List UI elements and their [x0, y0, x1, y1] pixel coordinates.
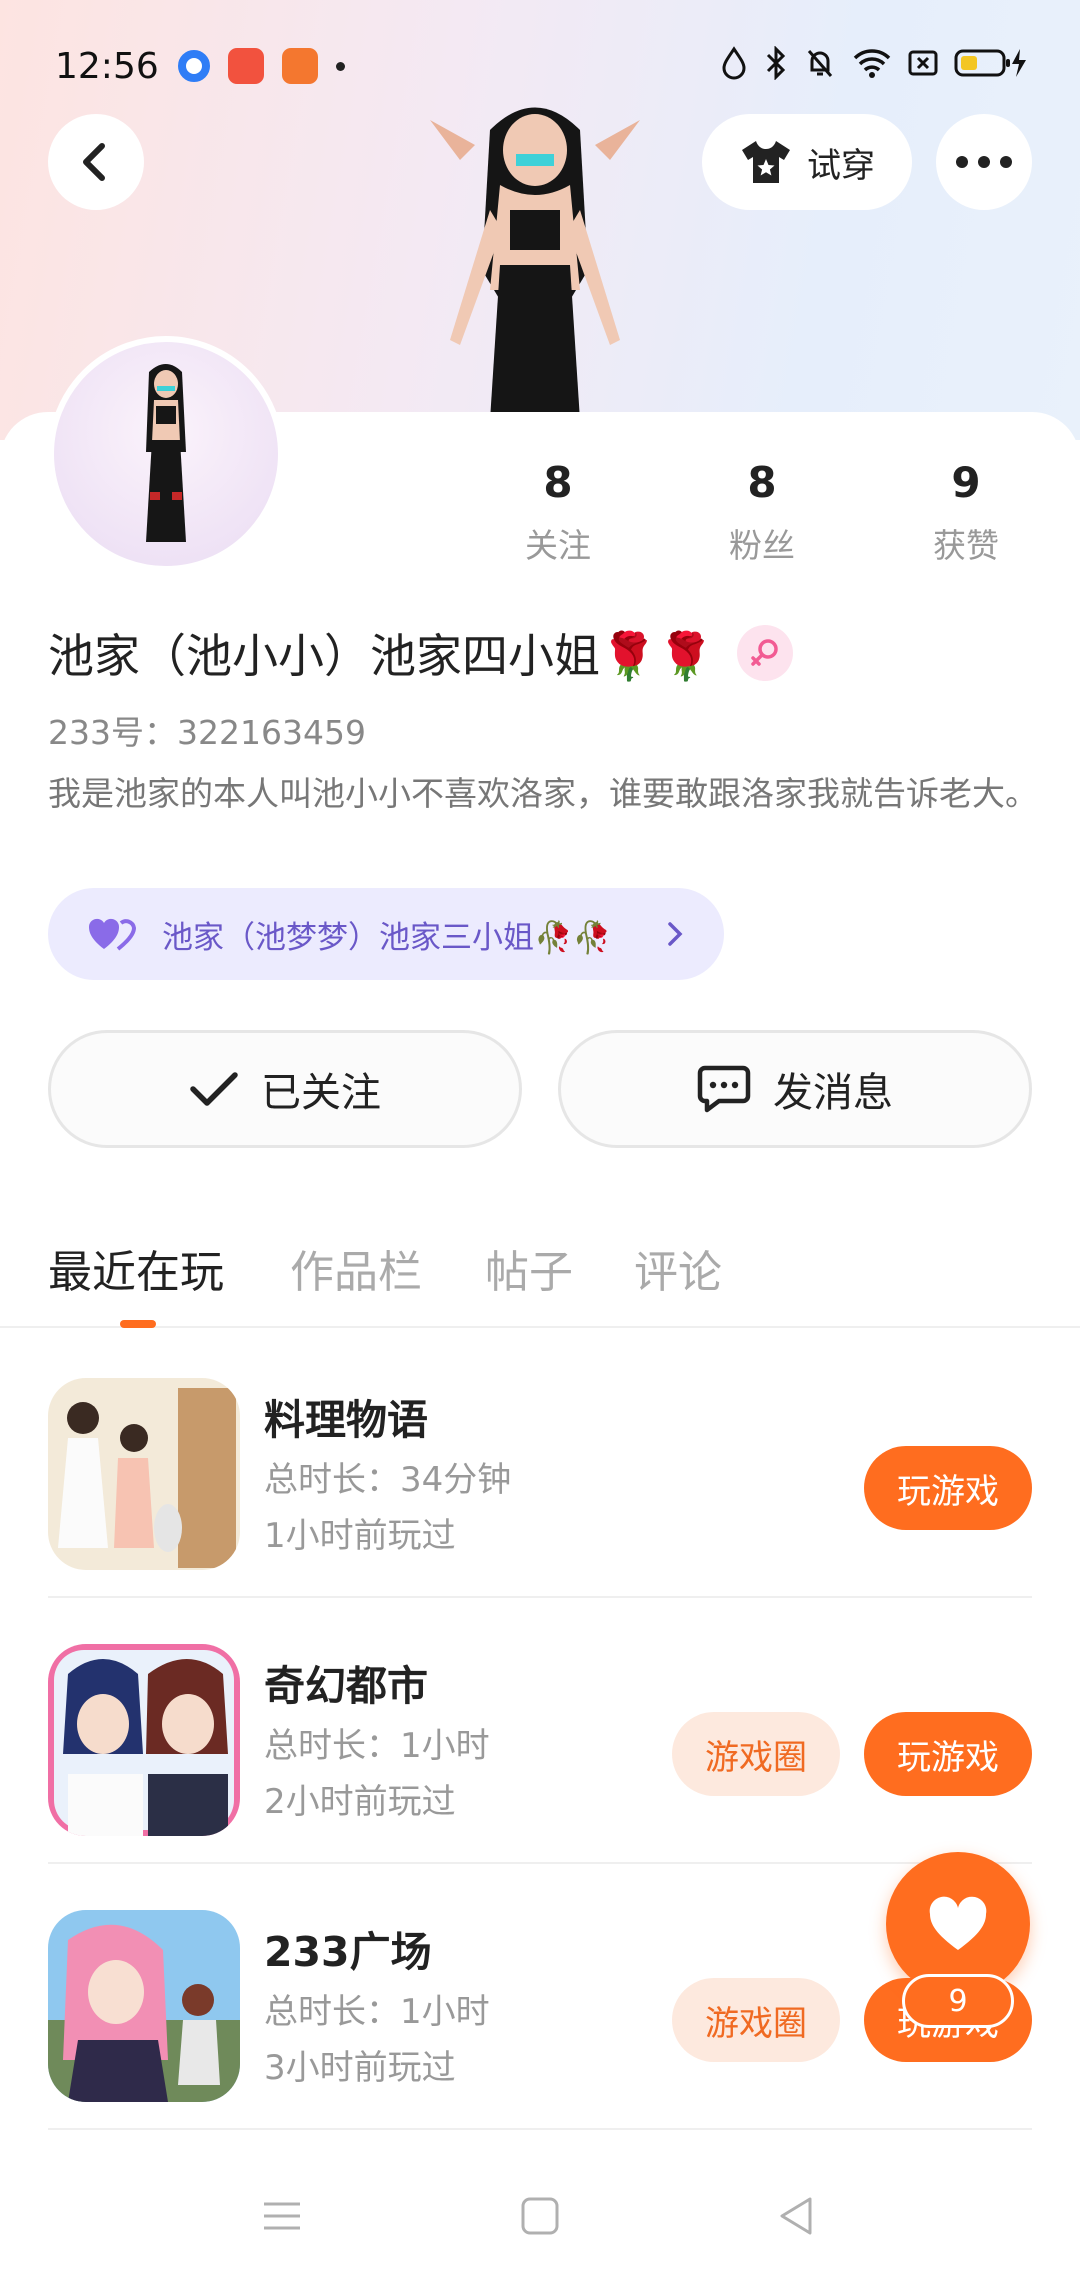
shirt-icon — [742, 141, 790, 183]
status-indicators — [720, 46, 1028, 80]
game-icon-fantasy-city — [48, 1644, 240, 1836]
user-avatar[interactable] — [48, 336, 284, 572]
browser-notification-icon — [178, 50, 210, 82]
more-notifications-dot — [336, 61, 345, 71]
play-game-button[interactable]: 玩游戏 — [864, 1712, 1032, 1796]
game-row[interactable]: 料理物语 总时长：34分钟 1小时前玩过 玩游戏 — [48, 1332, 1032, 1598]
fans-label: 粉丝 — [729, 526, 795, 565]
profile-tabs: 最近在玩 作品栏 帖子 评论 — [0, 1228, 1080, 1328]
game-name: 料理物语 — [264, 1396, 428, 1444]
send-message-button[interactable]: 发消息 — [558, 1030, 1032, 1148]
back-arrow-icon — [83, 143, 105, 181]
game-icon-233-plaza — [48, 1910, 240, 2102]
following-label: 关注 — [525, 526, 591, 565]
double-heart-icon — [88, 918, 136, 951]
profile-name-row: 池家（池小小）池家四小姐🌹🌹 — [48, 620, 793, 686]
reader-notification-icon — [282, 48, 318, 84]
game-last-played: 3小时前玩过 — [264, 2048, 456, 2088]
game-last-played: 2小时前玩过 — [264, 1782, 456, 1822]
play-game-button[interactable]: 玩游戏 — [864, 1446, 1032, 1530]
avatar-image — [146, 364, 186, 542]
battery-icon — [954, 49, 1026, 77]
game-duration: 总时长：34分钟 — [264, 1460, 512, 1500]
cp-relation-link[interactable]: 池家（池梦梦）池家三小姐🥀🥀 — [48, 888, 724, 980]
mute-bell-icon — [807, 50, 833, 77]
game-duration: 总时长：1小时 — [264, 1726, 490, 1766]
like-count-badge: 9 — [902, 1974, 1014, 2028]
cp-relation-label: 池家（池梦梦）池家三小姐🥀🥀 — [162, 919, 612, 956]
game-duration: 总时长：1小时 — [264, 1992, 490, 2032]
tab-posts[interactable]: 帖子 — [485, 1236, 573, 1300]
profile-name: 池家（池小小）池家四小姐🌹🌹 — [48, 629, 715, 683]
follow-button[interactable]: 已关注 — [48, 1030, 522, 1148]
following-stat[interactable]: 8 关注 — [478, 458, 638, 567]
chevron-right-icon — [668, 922, 683, 946]
game-name: 233广场 — [264, 1928, 432, 1976]
app-notification-icon — [228, 48, 264, 84]
more-button[interactable] — [936, 114, 1032, 210]
game-row[interactable]: 奇幻都市 总时长：1小时 2小时前玩过 游戏圈 玩游戏 — [48, 1598, 1032, 1864]
game-name: 奇幻都市 — [264, 1662, 428, 1710]
try-on-button[interactable]: 试穿 — [702, 114, 912, 210]
game-last-played: 1小时前玩过 — [264, 1516, 456, 1556]
back-nav-icon[interactable] — [776, 2196, 816, 2236]
follow-label: 已关注 — [261, 1070, 381, 1116]
status-app-icons — [178, 48, 345, 84]
game-circle-button[interactable]: 游戏圈 — [672, 1712, 840, 1796]
try-on-label: 试穿 — [807, 145, 875, 186]
following-count: 8 — [543, 458, 573, 507]
female-gender-icon — [736, 625, 793, 681]
system-nav-bar — [0, 2160, 1080, 2280]
likes-stat[interactable]: 9 获赞 — [886, 458, 1046, 567]
game-circle-button[interactable]: 游戏圈 — [672, 1978, 840, 2062]
bluetooth-icon — [766, 46, 786, 80]
tab-recent-play[interactable]: 最近在玩 — [48, 1236, 224, 1300]
user-bio: 我是池家的本人叫池小小不喜欢洛家，谁要敢跟洛家我就告诉老大。 — [48, 774, 1038, 813]
menu-nav-icon[interactable] — [262, 2196, 302, 2236]
fans-stat[interactable]: 8 粉丝 — [682, 458, 842, 567]
game-row[interactable]: 233广场 总时长：1小时 3小时前玩过 游戏圈 玩游戏 — [48, 1864, 1032, 2130]
sim-icon — [908, 50, 938, 76]
send-message-label: 发消息 — [773, 1070, 893, 1116]
game-icon-cooking — [48, 1378, 240, 1570]
user-id: 233号：322163459 — [48, 713, 366, 752]
home-nav-icon[interactable] — [520, 2196, 560, 2236]
fans-count: 8 — [747, 458, 777, 507]
status-time: 12:56 — [55, 46, 159, 87]
tab-works[interactable]: 作品栏 — [290, 1236, 422, 1300]
likes-label: 获赞 — [933, 526, 999, 565]
wifi-icon — [853, 49, 891, 78]
more-dots-icon — [956, 156, 1012, 168]
check-icon — [190, 1072, 238, 1106]
back-button[interactable] — [48, 114, 144, 210]
likes-count: 9 — [951, 458, 981, 507]
data-saver-icon — [722, 46, 746, 80]
tab-comments[interactable]: 评论 — [634, 1236, 722, 1300]
active-tab-indicator — [120, 1320, 156, 1328]
chat-bubble-icon — [697, 1065, 751, 1113]
avatar-figure-image — [430, 107, 640, 420]
